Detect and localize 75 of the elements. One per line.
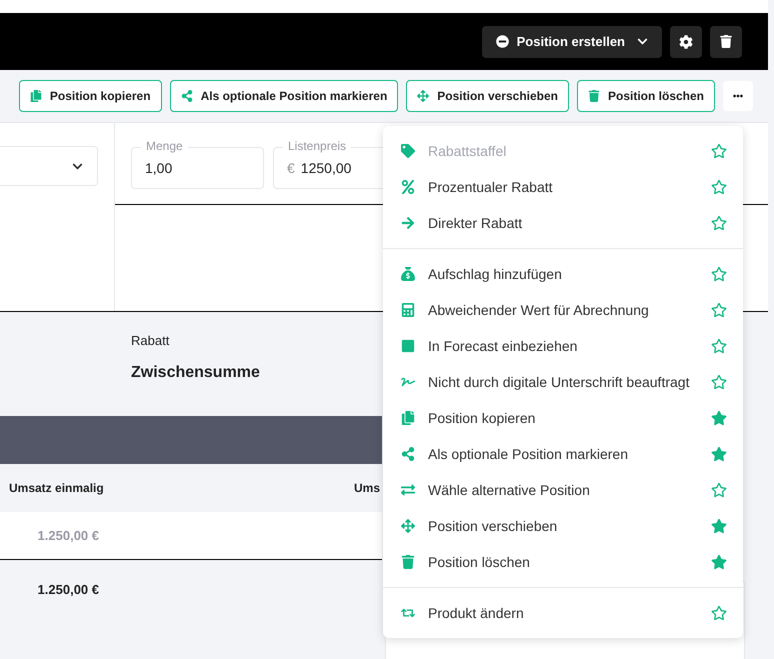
star-icon[interactable]: [711, 179, 727, 195]
star-icon[interactable]: [711, 446, 727, 462]
field-value: 1250,00: [300, 158, 352, 178]
menu-item-label: Position kopieren: [428, 408, 536, 428]
menu-item-label: Abweichender Wert für Abrechnung: [428, 300, 649, 320]
share-icon: [180, 90, 193, 102]
menu-item-label: Position verschieben: [428, 516, 558, 536]
menu-item[interactable]: Position löschen: [383, 544, 743, 580]
delete-button[interactable]: [710, 26, 742, 58]
repeat-arrows-icon: [401, 606, 415, 620]
toolbar-button[interactable]: Position kopieren: [18, 80, 162, 112]
currency-prefix: €: [287, 158, 295, 178]
column-header: Ums: [354, 480, 380, 497]
star-icon[interactable]: [711, 410, 727, 426]
square-icon: [401, 339, 415, 353]
star-icon[interactable]: [711, 302, 727, 318]
field-value: 1,00: [145, 158, 172, 178]
menu-item-label: Wähle alternative Position: [428, 480, 590, 500]
star-icon[interactable]: [711, 215, 727, 231]
subtotal-label: Zwischensumme: [131, 363, 260, 383]
menu-item-label: Rabattstaffel: [428, 142, 506, 160]
menu-item-label: Nicht durch digitale Unterschrift beauftragt: [428, 372, 690, 392]
menu-item[interactable]: Nicht durch digitale Unterschrift beauftragt: [383, 364, 743, 400]
percent-icon: [401, 180, 415, 194]
chevron-down-icon: [637, 36, 648, 47]
create-position-button[interactable]: Position erstellen: [482, 26, 662, 58]
menu-item-label: In Forecast einbeziehen: [428, 336, 578, 356]
signature-icon: [401, 375, 415, 389]
menu-item[interactable]: Position verschieben: [383, 508, 743, 544]
menu-item[interactable]: Abweichender Wert für Abrechnung: [383, 292, 743, 328]
trash-icon: [720, 35, 732, 48]
menu-item-label: Produkt ändern: [428, 604, 524, 622]
star-icon[interactable]: [711, 605, 727, 621]
menu-item[interactable]: Als optionale Position markieren: [383, 436, 743, 472]
share-icon: [401, 447, 415, 461]
copy-icon: [30, 90, 42, 102]
star-icon[interactable]: [711, 266, 727, 282]
more-button[interactable]: [723, 81, 753, 111]
star-icon[interactable]: [711, 482, 727, 498]
total-cell-text: 1.250,00 €: [36, 581, 99, 600]
copy-icon: [401, 411, 415, 425]
arrow-right-icon: [401, 216, 415, 230]
trash-icon: [401, 555, 415, 569]
tag-icon: [401, 144, 415, 158]
menu-item-label: Aufschlag hinzufügen: [428, 264, 562, 284]
star-icon[interactable]: [711, 338, 727, 354]
dropdown-field[interactable]: [0, 146, 98, 186]
star-icon[interactable]: [711, 374, 727, 390]
trash-icon: [588, 90, 600, 102]
star-icon[interactable]: [711, 518, 727, 534]
calculator-icon: [401, 303, 415, 317]
menu-item[interactable]: Aufschlag hinzufügen: [383, 256, 743, 292]
money-bag-icon: [401, 267, 415, 281]
toolbar-button[interactable]: Position verschieben: [406, 80, 569, 112]
menu-item-label: Position löschen: [428, 552, 530, 572]
swap-arrows-icon: [401, 483, 415, 497]
settings-icon: [679, 34, 693, 48]
field-label: Listenpreis: [283, 138, 352, 154]
menu-item[interactable]: In Forecast einbeziehen: [383, 328, 743, 364]
menu-item[interactable]: Direkter Rabatt: [383, 205, 743, 241]
star-icon[interactable]: [711, 554, 727, 570]
settings-button[interactable]: [670, 26, 702, 58]
column-header: Umsatz einmalig: [9, 480, 104, 497]
toolbar-button[interactable]: Als optionale Position markieren: [170, 80, 398, 112]
menu-item-label: Prozentualer Rabatt: [428, 178, 553, 196]
menu-item-label: Als optionale Position markieren: [428, 444, 628, 464]
move-icon: [417, 90, 430, 102]
menu-item[interactable]: Position kopieren: [383, 400, 743, 436]
toolbar-button[interactable]: Position löschen: [576, 80, 715, 112]
menu-item-label: Direkter Rabatt: [428, 214, 522, 232]
chevron-down-icon: [72, 160, 83, 172]
discount-label: Rabatt: [131, 333, 170, 349]
move-icon: [401, 519, 415, 533]
menu-item[interactable]: Wähle alternative Position: [383, 472, 743, 508]
table-cell-text: 1.250,00 €: [36, 526, 99, 545]
